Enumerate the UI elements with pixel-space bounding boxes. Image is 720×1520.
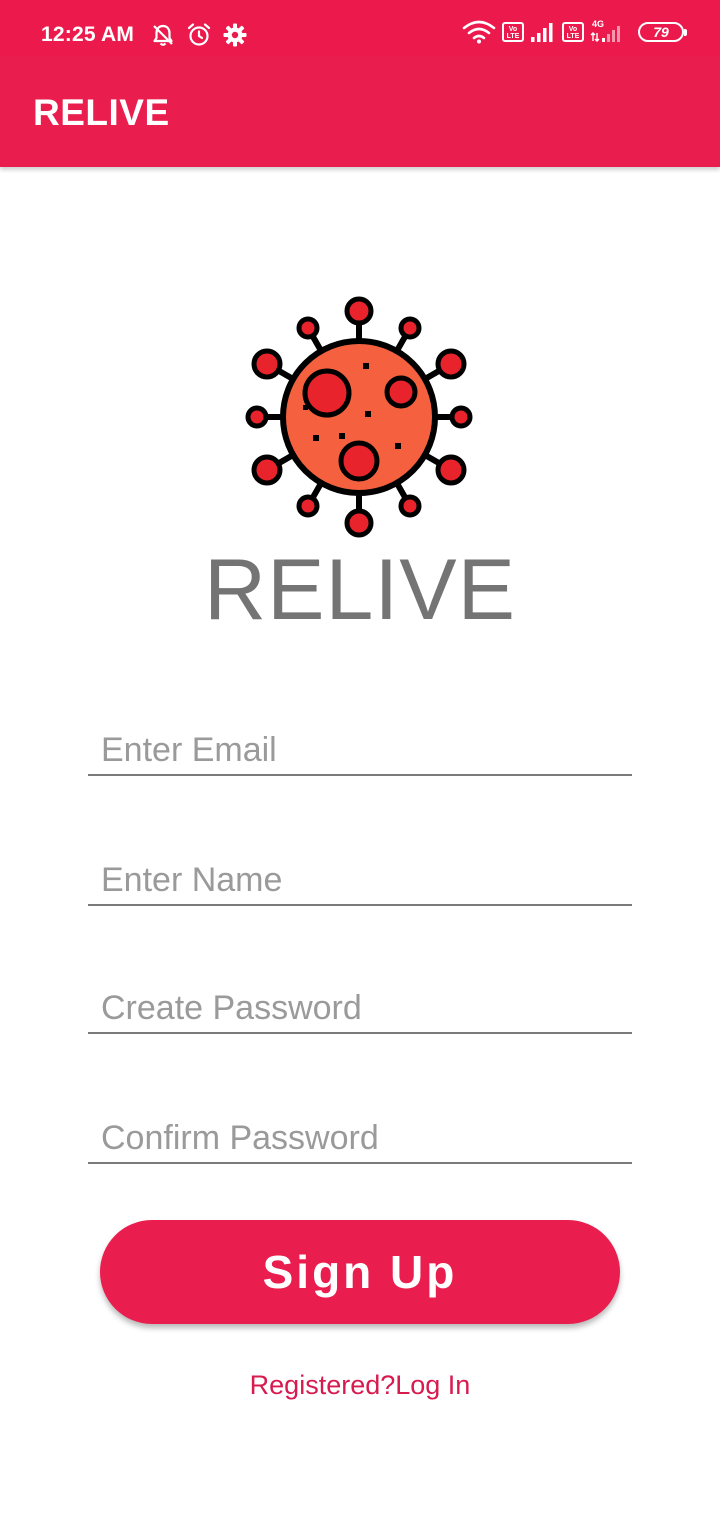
create-password-input[interactable] (101, 988, 621, 1028)
battery-level: 79 (653, 24, 669, 40)
app-bar: RELIVE (0, 56, 720, 167)
confirm-password-field (88, 1108, 632, 1164)
bell-off-icon (150, 22, 176, 48)
login-link[interactable]: Registered?Log In (0, 1368, 720, 1402)
volte-label-bottom: LTE (566, 32, 580, 40)
signal-4g-icon: 4G (590, 20, 626, 44)
signal-icon (530, 21, 556, 43)
app-bar-title: RELIVE (33, 92, 170, 133)
email-field (88, 720, 632, 776)
email-input[interactable] (101, 730, 621, 770)
wifi-icon (462, 20, 496, 44)
volte-label-top: Vo (508, 25, 518, 33)
volte-label-top: Vo (568, 25, 578, 33)
status-bar: 12:25 AM Vo LTE Vo LTE 4G 79 (0, 0, 720, 56)
brand-name: RELIVE (204, 542, 516, 638)
volte-icon-2: Vo LTE (562, 22, 584, 42)
status-left-icons (150, 22, 248, 48)
volte-label-bottom: LTE (506, 32, 520, 40)
confirm-password-input[interactable] (101, 1118, 621, 1158)
settings-gear-icon (222, 22, 248, 48)
alarm-icon (186, 22, 212, 48)
status-time: 12:25 AM (41, 23, 135, 46)
battery-cap (684, 29, 687, 36)
volte-icon: Vo LTE (502, 22, 524, 42)
sign-up-button[interactable]: Sign Up (100, 1220, 620, 1324)
status-right-icons: Vo LTE Vo LTE 4G 79 (462, 20, 687, 44)
name-input[interactable] (101, 860, 621, 900)
virus-icon (243, 293, 475, 539)
create-password-field (88, 978, 632, 1034)
name-field (88, 850, 632, 906)
battery-icon: 79 (638, 22, 687, 42)
